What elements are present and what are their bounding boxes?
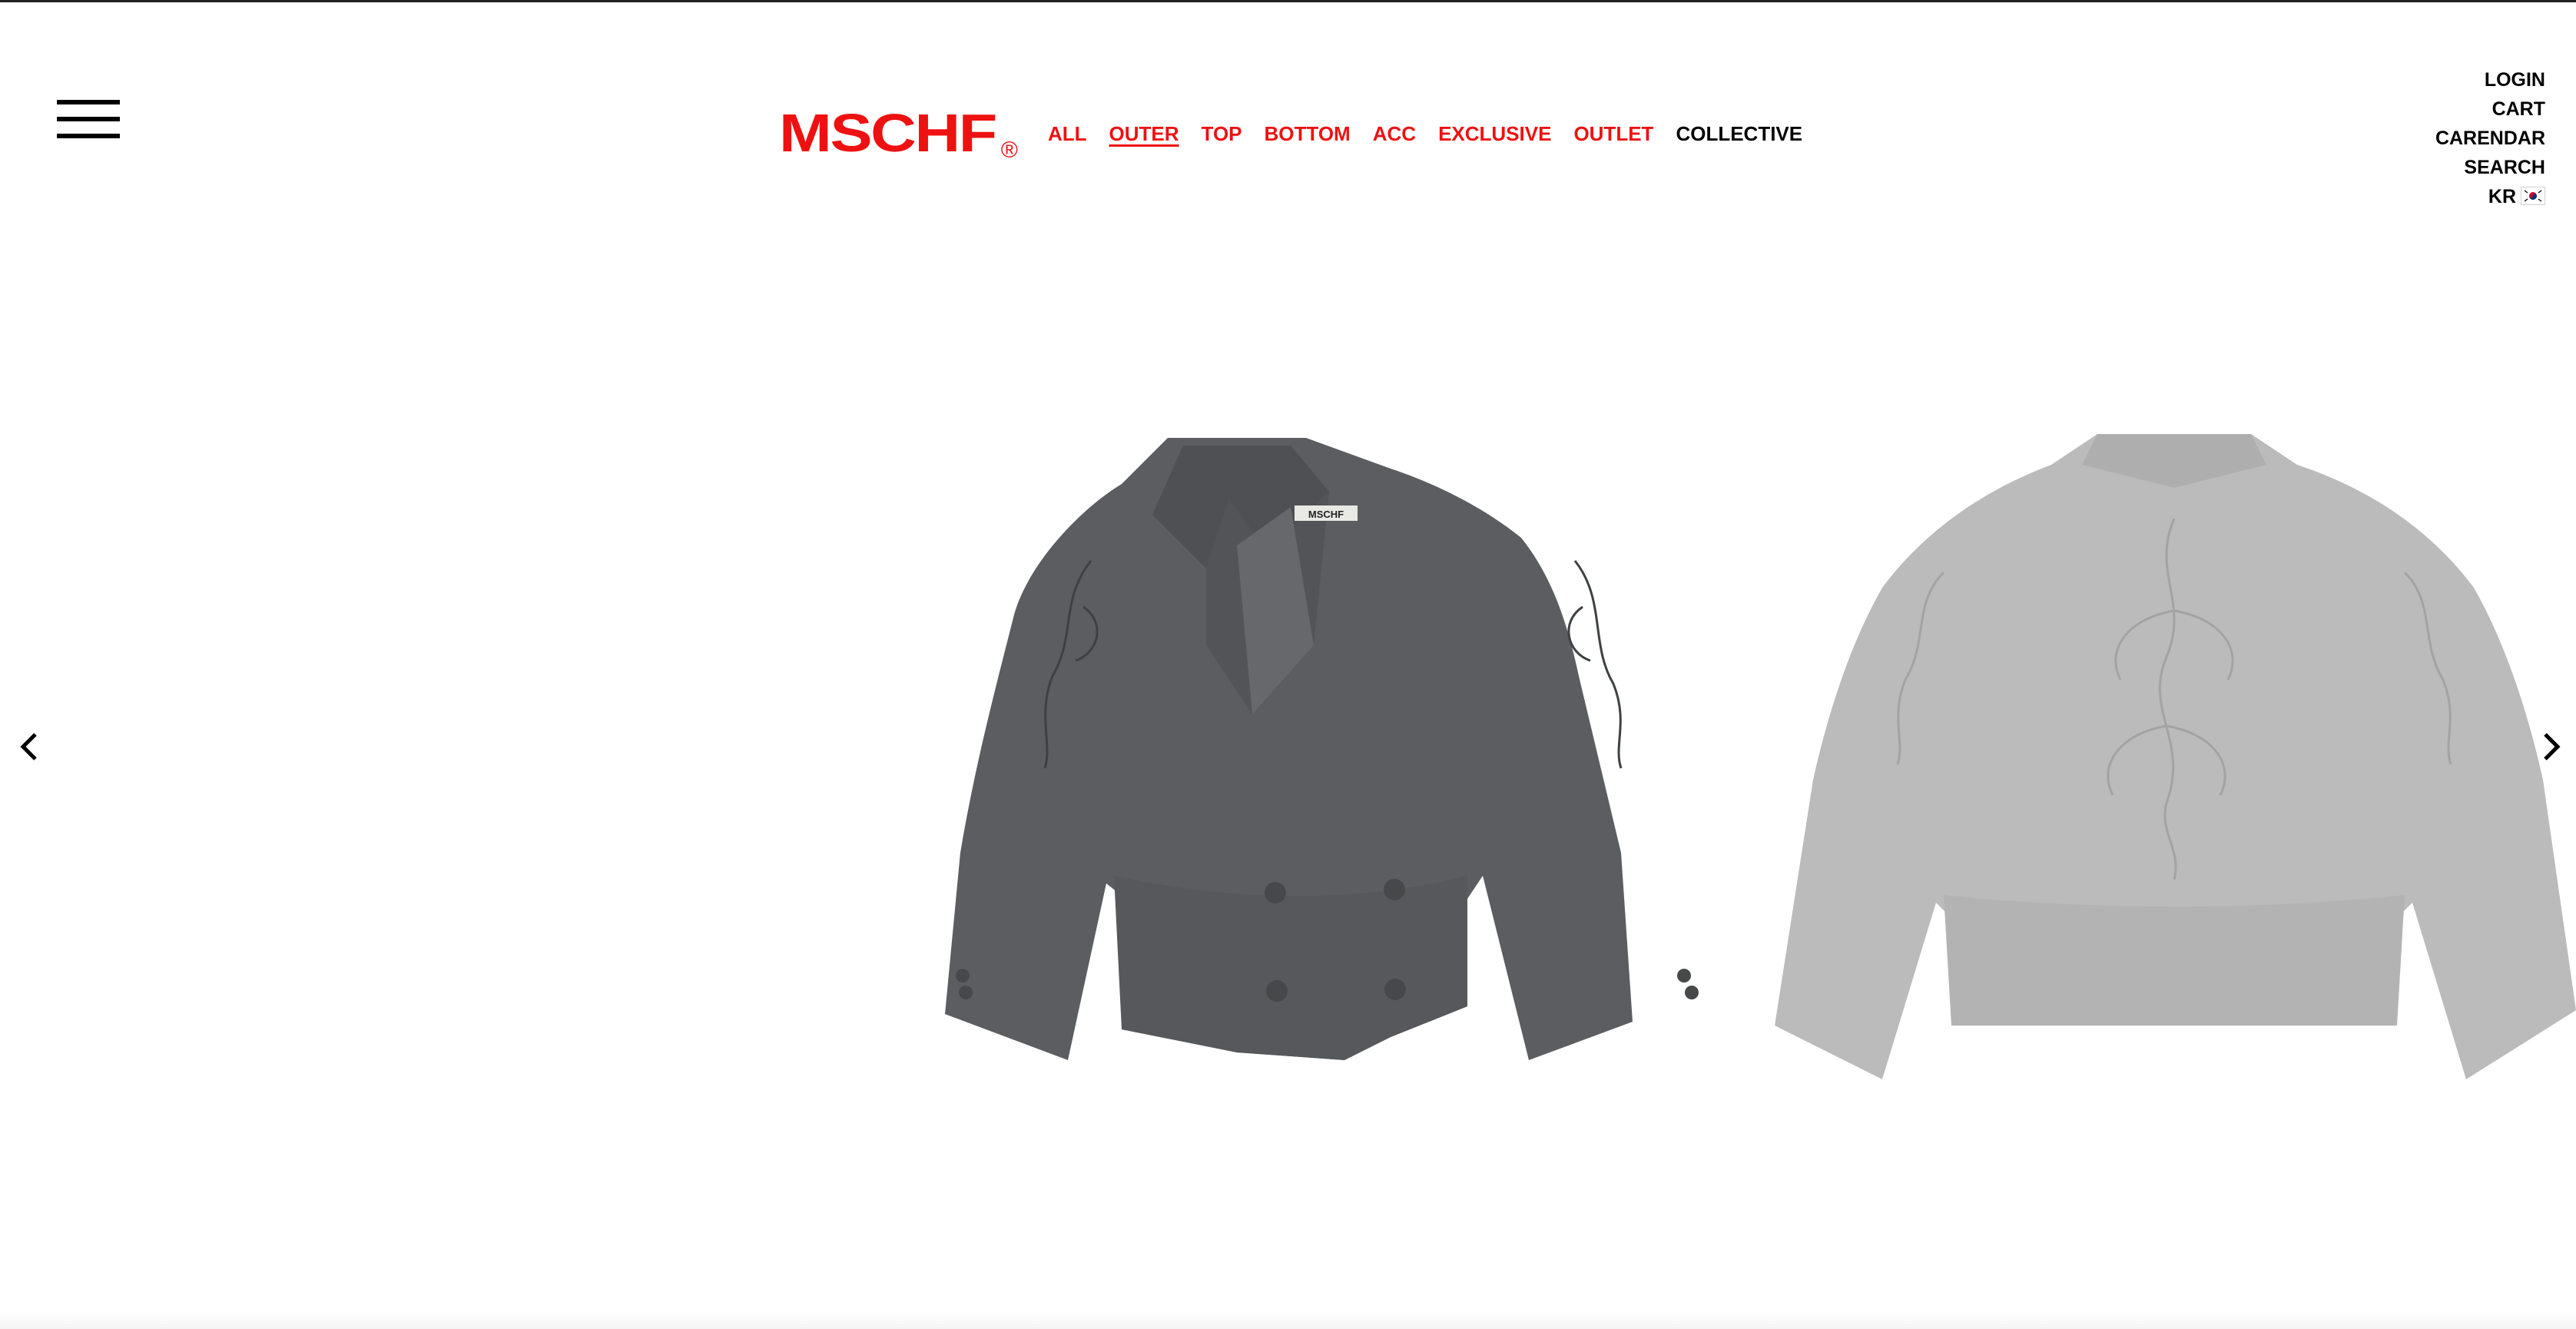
page: MSCHF ® ALL OUTER TOP BOTTOM ACC EXCLUSIV… <box>0 0 2576 1329</box>
language-switch[interactable]: KR <box>2435 182 2545 211</box>
login-link[interactable]: LOGIN <box>2435 65 2545 94</box>
chevron-left-icon[interactable] <box>17 728 43 765</box>
registered-mark: ® <box>1000 138 1018 163</box>
nav-outer[interactable]: OUTER <box>1109 120 1179 147</box>
korea-flag-icon <box>2521 187 2545 205</box>
language-label: KR <box>2488 186 2516 207</box>
cart-link[interactable]: CART <box>2435 94 2545 124</box>
top-border <box>0 0 2576 2</box>
bottom-edge <box>0 1312 2576 1329</box>
product-image-back[interactable] <box>1759 419 2576 1087</box>
nav-acc[interactable]: ACC <box>1373 120 1416 147</box>
search-link[interactable]: SEARCH <box>2435 153 2545 182</box>
svg-text:MSCHF: MSCHF <box>1308 509 1344 520</box>
nav-top[interactable]: TOP <box>1202 120 1242 147</box>
nav-bottom[interactable]: BOTTOM <box>1265 120 1351 147</box>
nav-all[interactable]: ALL <box>1048 120 1087 147</box>
nav-exclusive[interactable]: EXCLUSIVE <box>1438 120 1551 147</box>
category-nav: ALL OUTER TOP BOTTOM ACC EXCLUSIVE OUTLE… <box>1048 120 1802 147</box>
calendar-link[interactable]: CARENDAR <box>2435 124 2545 153</box>
utility-nav: LOGIN CART CARENDAR SEARCH KR <box>2435 65 2545 211</box>
nav-outlet[interactable]: OUTLET <box>1573 120 1653 147</box>
hamburger-menu-icon[interactable] <box>57 100 120 138</box>
brand-logo-text: MSCHF <box>779 103 997 163</box>
nav-collective[interactable]: COLLECTIVE <box>1676 120 1802 147</box>
product-image-front[interactable]: MSCHF <box>930 423 1736 1075</box>
brand-logo[interactable]: MSCHF ® <box>779 103 1019 163</box>
